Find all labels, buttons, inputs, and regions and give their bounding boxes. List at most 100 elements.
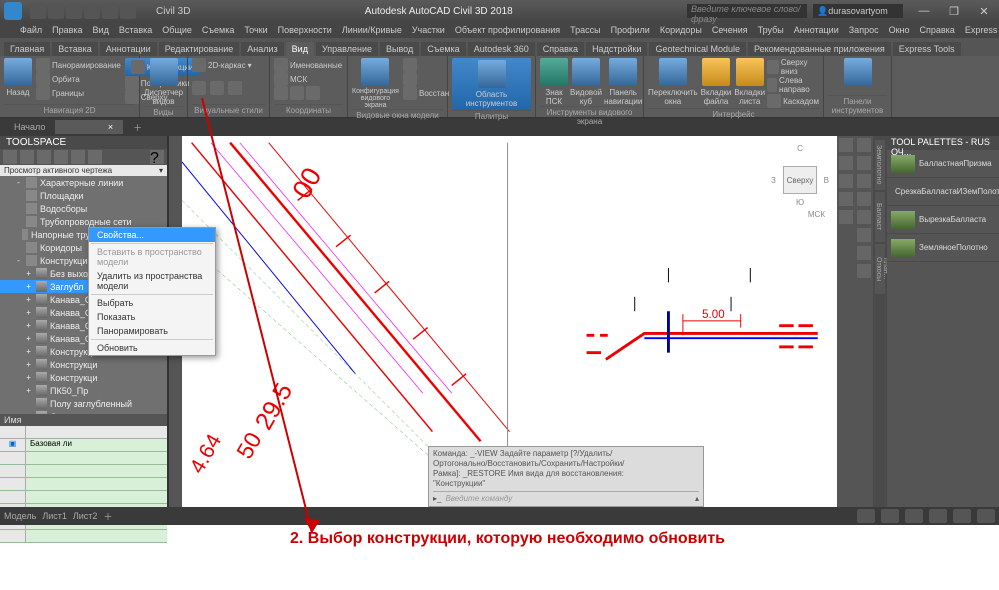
ribbon-tab[interactable]: Управление <box>316 42 378 56</box>
ribbon-tab[interactable]: Вид <box>286 42 314 56</box>
ts-btn-icon[interactable] <box>20 150 34 164</box>
ribbon-tab[interactable]: Geotechnical Module <box>649 42 746 56</box>
vstyle-icon[interactable] <box>228 81 242 95</box>
command-input[interactable]: Введите команду <box>445 494 512 504</box>
vstyle-icon[interactable] <box>210 81 224 95</box>
context-menu-item[interactable]: Обновить <box>89 341 215 355</box>
menu-Участки[interactable]: Участки <box>412 25 445 35</box>
workspace-name[interactable]: Civil 3D <box>156 6 190 17</box>
menu-Объект профилирования[interactable]: Объект профилирования <box>455 25 560 35</box>
menu-Съемка[interactable]: Съемка <box>202 25 234 35</box>
tool-icon[interactable] <box>857 228 871 242</box>
ribbon-tab[interactable]: Autodesk 360 <box>468 42 535 56</box>
ucs-tool[interactable] <box>274 86 343 100</box>
palette-item[interactable]: БалластнаяПризма <box>887 150 999 178</box>
model-tab[interactable]: Модель <box>4 511 36 521</box>
palette-tab[interactable]: Откосы план... <box>875 244 885 294</box>
viewcube-north[interactable]: С <box>771 144 829 153</box>
status-ortho-icon[interactable] <box>929 509 947 523</box>
world-ucs[interactable]: МСК <box>274 72 343 86</box>
ribbon-tab[interactable]: Главная <box>4 42 50 56</box>
menu-Сечения[interactable]: Сечения <box>712 25 748 35</box>
ts-btn-icon[interactable] <box>37 150 51 164</box>
qat-redo-icon[interactable] <box>102 3 118 19</box>
qat-undo-icon[interactable] <box>84 3 100 19</box>
ribbon-tab[interactable]: Вставка <box>52 42 97 56</box>
join-viewports[interactable] <box>403 72 449 86</box>
context-menu-item[interactable]: Удалить из пространства модели <box>89 269 215 293</box>
menu-Express[interactable]: Express <box>965 25 998 35</box>
nav-home-icon[interactable] <box>839 138 853 152</box>
user-account[interactable]: 👤 durasovartyom <box>813 4 903 18</box>
tile-vertical[interactable]: Слева направо <box>767 76 819 94</box>
palette-item[interactable]: ЗемляноеПолотно <box>887 234 999 262</box>
file-tabs-icon[interactable] <box>702 58 730 86</box>
menu-Окно[interactable]: Окно <box>889 25 910 35</box>
navbar-icon[interactable] <box>609 58 637 86</box>
window-close-button[interactable]: ✕ <box>969 1 999 21</box>
context-menu-item[interactable]: Панорамировать <box>89 324 215 338</box>
menu-Линии/Кривые[interactable]: Линии/Кривые <box>342 25 402 35</box>
menu-Справка[interactable]: Справка <box>920 25 955 35</box>
window-maximize-button[interactable]: ❐ <box>939 1 969 21</box>
status-osnap-icon[interactable] <box>977 509 995 523</box>
named-viewports[interactable] <box>403 58 449 72</box>
ribbon-tab[interactable]: Справка <box>537 42 584 56</box>
tool-icon[interactable] <box>857 246 871 260</box>
menu-Трассы[interactable]: Трассы <box>570 25 600 35</box>
tree-item[interactable]: +Конструкци <box>0 371 167 384</box>
ts-btn-icon[interactable] <box>3 150 17 164</box>
tab-drawing[interactable]: × <box>55 120 123 134</box>
menu-Поверхности[interactable]: Поверхности <box>278 25 332 35</box>
tree-item[interactable]: Площадки <box>0 189 167 202</box>
nav-zoom-icon[interactable] <box>839 192 853 206</box>
ucs-sign-icon[interactable] <box>540 58 568 86</box>
ribbon-tab[interactable]: Рекомендованные приложения <box>748 42 891 56</box>
restore-viewports[interactable]: Восстан <box>403 86 449 100</box>
qat-new-icon[interactable] <box>30 3 46 19</box>
tab-start[interactable]: Начало <box>4 120 55 134</box>
cascade-windows[interactable]: Каскадом <box>767 94 819 108</box>
viewport-config-icon[interactable] <box>361 58 389 86</box>
app-logo-icon[interactable] <box>4 2 22 20</box>
menu-Вид[interactable]: Вид <box>93 25 109 35</box>
named-ucs[interactable]: Именованные <box>274 58 343 72</box>
command-line[interactable]: Команда: _-VIEW Задайте параметр [?/Удал… <box>428 446 704 507</box>
item-grid[interactable]: ▣Базовая ли <box>0 426 167 543</box>
tree-item[interactable]: Водосборы <box>0 202 167 215</box>
tree-item[interactable]: +ПК50_Пр <box>0 384 167 397</box>
layout-tab[interactable]: Лист1 <box>42 511 67 521</box>
status-snap-icon[interactable] <box>881 509 899 523</box>
qat-save-icon[interactable] <box>66 3 82 19</box>
viewcube-east[interactable]: В <box>824 176 829 185</box>
tree-item[interactable]: -Характерные линии <box>0 176 167 189</box>
context-menu-item[interactable]: Свойства... <box>89 228 215 242</box>
menu-Коридоры[interactable]: Коридоры <box>660 25 702 35</box>
status-grid-icon[interactable] <box>905 509 923 523</box>
ts-btn-icon[interactable] <box>88 150 102 164</box>
tree-item[interactable]: Полу заглубленный <box>0 397 167 410</box>
tool-icon[interactable] <box>857 174 871 188</box>
ribbon-tab[interactable]: Express Tools <box>893 42 961 56</box>
tool-icon[interactable] <box>857 192 871 206</box>
palette-tab[interactable]: Земполотно <box>875 140 885 190</box>
view-manager-icon[interactable] <box>150 58 178 86</box>
menu-Общие[interactable]: Общие <box>162 25 192 35</box>
menu-Трубы[interactable]: Трубы <box>758 25 784 35</box>
palette-item[interactable]: ВырезкаБалласта <box>887 206 999 234</box>
window-minimize-button[interactable]: — <box>909 1 939 21</box>
viewcube-icon[interactable] <box>572 58 600 86</box>
vstyle-icon[interactable] <box>192 81 206 95</box>
menu-Файл[interactable]: Файл <box>20 25 42 35</box>
tool-icon[interactable] <box>857 210 871 224</box>
ribbon-tab[interactable]: Анализ <box>241 42 283 56</box>
menu-Правка[interactable]: Правка <box>52 25 82 35</box>
viewcube-wcs[interactable]: МСК <box>808 210 825 219</box>
visual-style-select[interactable]: 2D-каркас ▾ <box>192 58 265 72</box>
ribbon-tab[interactable]: Надстройки <box>586 42 647 56</box>
back-icon[interactable] <box>4 58 32 86</box>
ribbon-tab[interactable]: Редактирование <box>159 42 240 56</box>
ts-help-icon[interactable]: ? <box>150 150 164 164</box>
ribbon-tab[interactable]: Съемка <box>421 42 465 56</box>
viewcube-south[interactable]: Ю <box>771 198 829 207</box>
